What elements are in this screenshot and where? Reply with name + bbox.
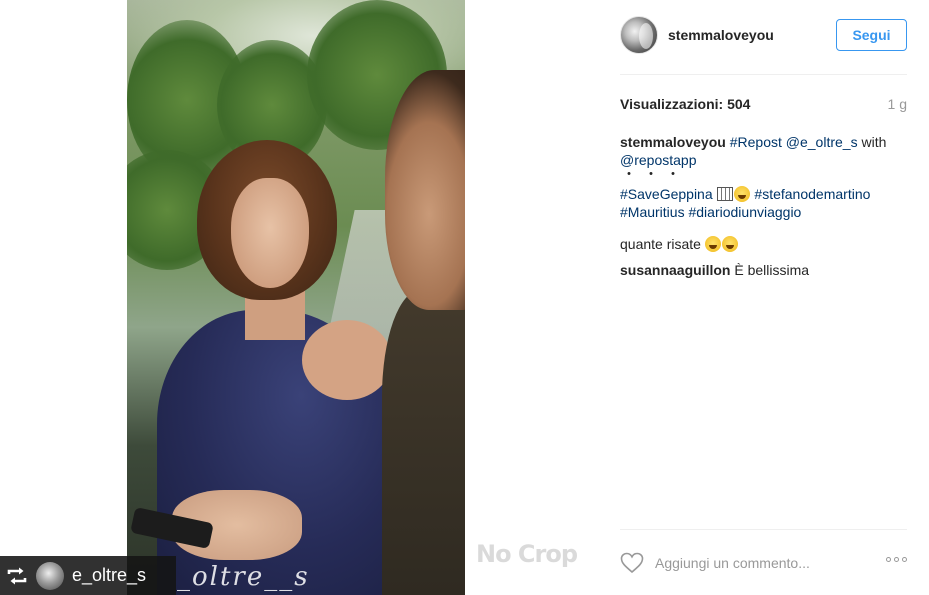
- repost-badge[interactable]: e_oltre_s: [0, 556, 176, 595]
- post-sidebar: stemmaloveyou Segui Visualizzazioni: 504…: [590, 0, 929, 595]
- header-username[interactable]: stemmaloveyou: [668, 27, 774, 43]
- caption-username[interactable]: stemmaloveyou: [620, 134, 726, 150]
- repost-avatar: [36, 561, 64, 590]
- comment-divider: [620, 529, 907, 530]
- comment-item: quante risate: [620, 235, 907, 253]
- repost-username: e_oltre_s: [72, 565, 147, 585]
- hashtag-repost[interactable]: #Repost: [730, 134, 782, 150]
- video-woman-face: [231, 178, 309, 288]
- header-divider: [620, 74, 907, 75]
- avatar[interactable]: [620, 16, 658, 54]
- post-media: _oltre__s No Crop e_oltre_s: [0, 0, 590, 595]
- views-count[interactable]: Visualizzazioni: 504: [620, 96, 750, 112]
- comment-input[interactable]: [655, 555, 875, 571]
- hashtag-diariodiunviaggio[interactable]: #diariodiunviaggio: [688, 204, 801, 220]
- comment-item: susannaaguillon È bellissima: [620, 261, 907, 279]
- repost-icon: [6, 565, 28, 587]
- mention-e-oltre-s[interactable]: @e_oltre_s: [786, 134, 858, 150]
- more-dot: [886, 557, 891, 562]
- comment-text: quante risate: [620, 236, 701, 252]
- follow-button[interactable]: Segui: [836, 19, 907, 51]
- comment-text: È bellissima: [734, 262, 810, 278]
- comment-username[interactable]: susannaaguillon: [620, 262, 730, 278]
- video-woman-shoulder: [302, 320, 392, 400]
- laughing-emoji-icon: [733, 186, 750, 202]
- hashtag-savegeppina[interactable]: #SaveGeppina: [620, 186, 713, 202]
- more-dot: [902, 557, 907, 562]
- video-man-head: [385, 70, 465, 310]
- caption: stemmaloveyou #Repost @e_oltre_s with @r…: [620, 133, 907, 221]
- hashtag-stefanodemartino[interactable]: #stefanodemartino: [754, 186, 870, 202]
- laughing-emoji-icon: [721, 236, 738, 252]
- post-header: stemmaloveyou Segui: [620, 15, 907, 55]
- hashtag-mauritius[interactable]: #Mauritius: [620, 204, 685, 220]
- video-watermark: _oltre__s: [177, 562, 310, 592]
- caption-dots: ・・・: [622, 166, 688, 182]
- laughing-emoji-icon: [704, 236, 721, 252]
- video-man-body: [382, 290, 465, 595]
- flag-emoji: [716, 187, 733, 201]
- add-comment-bar: [620, 548, 907, 578]
- nocrop-watermark: No Crop: [476, 540, 578, 568]
- more-options-icon[interactable]: [886, 557, 907, 562]
- more-dot: [894, 557, 899, 562]
- comments-list: stemmaloveyou #Repost @e_oltre_s with @r…: [620, 133, 907, 287]
- heart-icon[interactable]: [620, 551, 644, 575]
- post-video[interactable]: _oltre__s: [127, 0, 465, 595]
- caption-text-with: with: [861, 134, 887, 150]
- post-time[interactable]: 1 g: [888, 96, 907, 112]
